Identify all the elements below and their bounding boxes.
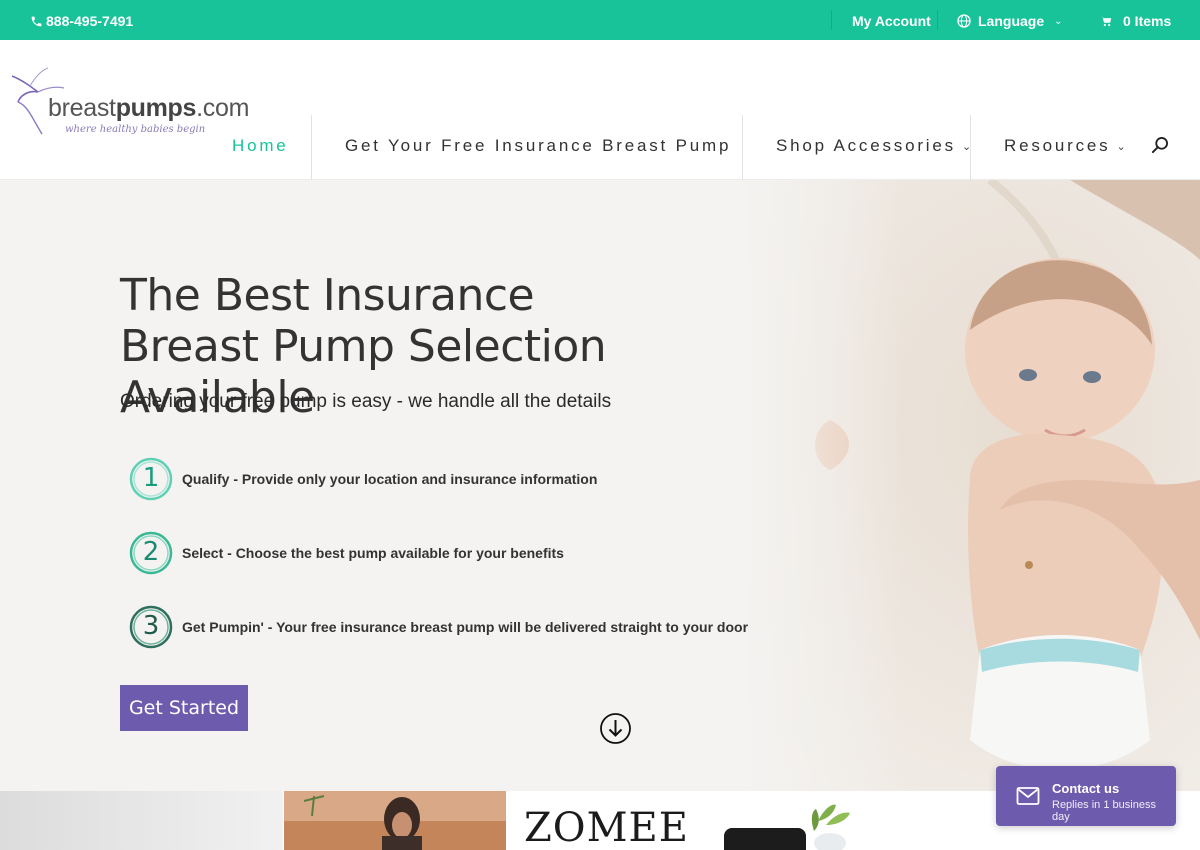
logo-tagline: where healthy babies begin bbox=[65, 124, 206, 135]
language-selector[interactable]: Language ⌄ bbox=[956, 13, 1063, 29]
nav-shop-accessories-label: Shop Accessories bbox=[776, 136, 956, 155]
nav-resources[interactable]: Resources ⌄ bbox=[1004, 136, 1126, 156]
step-text: Get Pumpin' - Your free insurance breast… bbox=[182, 619, 749, 635]
step-number: 2 bbox=[142, 537, 160, 567]
divider bbox=[937, 10, 938, 30]
mail-icon bbox=[1016, 787, 1040, 805]
featured-image[interactable] bbox=[0, 791, 283, 850]
top-bar: 888-495-7491 My Account Language ⌄ 0 Ite… bbox=[0, 0, 1200, 40]
language-label: Language bbox=[978, 13, 1045, 29]
step-item: 2 Select - Choose the best pump availabl… bbox=[128, 530, 564, 576]
site-header: breastpumps.com where healthy babies beg… bbox=[0, 40, 1200, 180]
my-account-link[interactable]: My Account bbox=[852, 13, 931, 29]
phone-icon bbox=[31, 16, 42, 26]
logo-part-com: .com bbox=[196, 94, 250, 122]
chevron-down-icon: ⌄ bbox=[1054, 15, 1063, 27]
contact-us-widget[interactable]: Contact us Replies in 1 business day bbox=[996, 766, 1176, 826]
cart-icon bbox=[1100, 16, 1112, 27]
nav-resources-label: Resources bbox=[1004, 136, 1111, 155]
nav-home-label: Home bbox=[232, 136, 289, 155]
baby-photo-illustration bbox=[740, 180, 1200, 791]
step-item: 1 Qualify - Provide only your location a… bbox=[128, 456, 597, 502]
mother-photo-illustration bbox=[284, 791, 506, 850]
nav-free-insurance-pump[interactable]: Get Your Free Insurance Breast Pump bbox=[345, 136, 731, 156]
logo-part-pumps: pumps bbox=[115, 94, 197, 122]
hero-subtitle: Ordering your free pump is easy - we han… bbox=[120, 391, 612, 412]
nav-separator bbox=[742, 115, 743, 180]
nav-separator bbox=[311, 115, 312, 180]
step-number-badge: 3 bbox=[128, 604, 174, 650]
nav-separator bbox=[970, 115, 971, 180]
brand-logo-text: ZOMEE bbox=[524, 805, 689, 850]
step-number: 1 bbox=[142, 463, 160, 493]
step-number-badge: 2 bbox=[128, 530, 174, 576]
zomee-brand-tile[interactable]: ZOMEE bbox=[506, 791, 706, 850]
divider bbox=[831, 10, 832, 30]
cart-count: 0 Items bbox=[1123, 13, 1172, 29]
contact-title: Contact us bbox=[1052, 781, 1120, 796]
step-text: Qualify - Provide only your location and… bbox=[182, 471, 598, 487]
phone-link[interactable]: 888-495-7491 bbox=[30, 13, 133, 29]
step-number-badge: 1 bbox=[128, 456, 174, 502]
step-text: Select - Choose the best pump available … bbox=[182, 545, 564, 561]
scroll-down-arrow-icon[interactable] bbox=[599, 712, 632, 745]
contact-subtitle: Replies in 1 business day bbox=[1052, 799, 1156, 823]
chevron-down-icon: ⌄ bbox=[1116, 140, 1126, 153]
nav-home[interactable]: Home bbox=[232, 136, 289, 156]
globe-icon bbox=[957, 14, 971, 28]
search-icon[interactable] bbox=[1150, 135, 1170, 155]
featured-image[interactable] bbox=[284, 791, 506, 850]
nav-free-insurance-pump-label: Get Your Free Insurance Breast Pump bbox=[345, 136, 732, 155]
logo-wordmark: breastpumps.com bbox=[48, 94, 249, 123]
step-number: 3 bbox=[142, 611, 160, 641]
step-item: 3 Get Pumpin' - Your free insurance brea… bbox=[128, 604, 748, 650]
logo-part-breast: breast bbox=[48, 94, 116, 122]
nav-shop-accessories[interactable]: Shop Accessories ⌄ bbox=[776, 136, 971, 156]
hero-section: The Best Insurance Breast Pump Selection… bbox=[0, 180, 1200, 791]
cart-link[interactable]: 0 Items bbox=[1099, 13, 1171, 29]
site-logo[interactable]: breastpumps.com where healthy babies beg… bbox=[8, 66, 249, 146]
get-started-button[interactable]: Get Started bbox=[120, 685, 248, 731]
phone-number: 888-495-7491 bbox=[46, 13, 134, 29]
